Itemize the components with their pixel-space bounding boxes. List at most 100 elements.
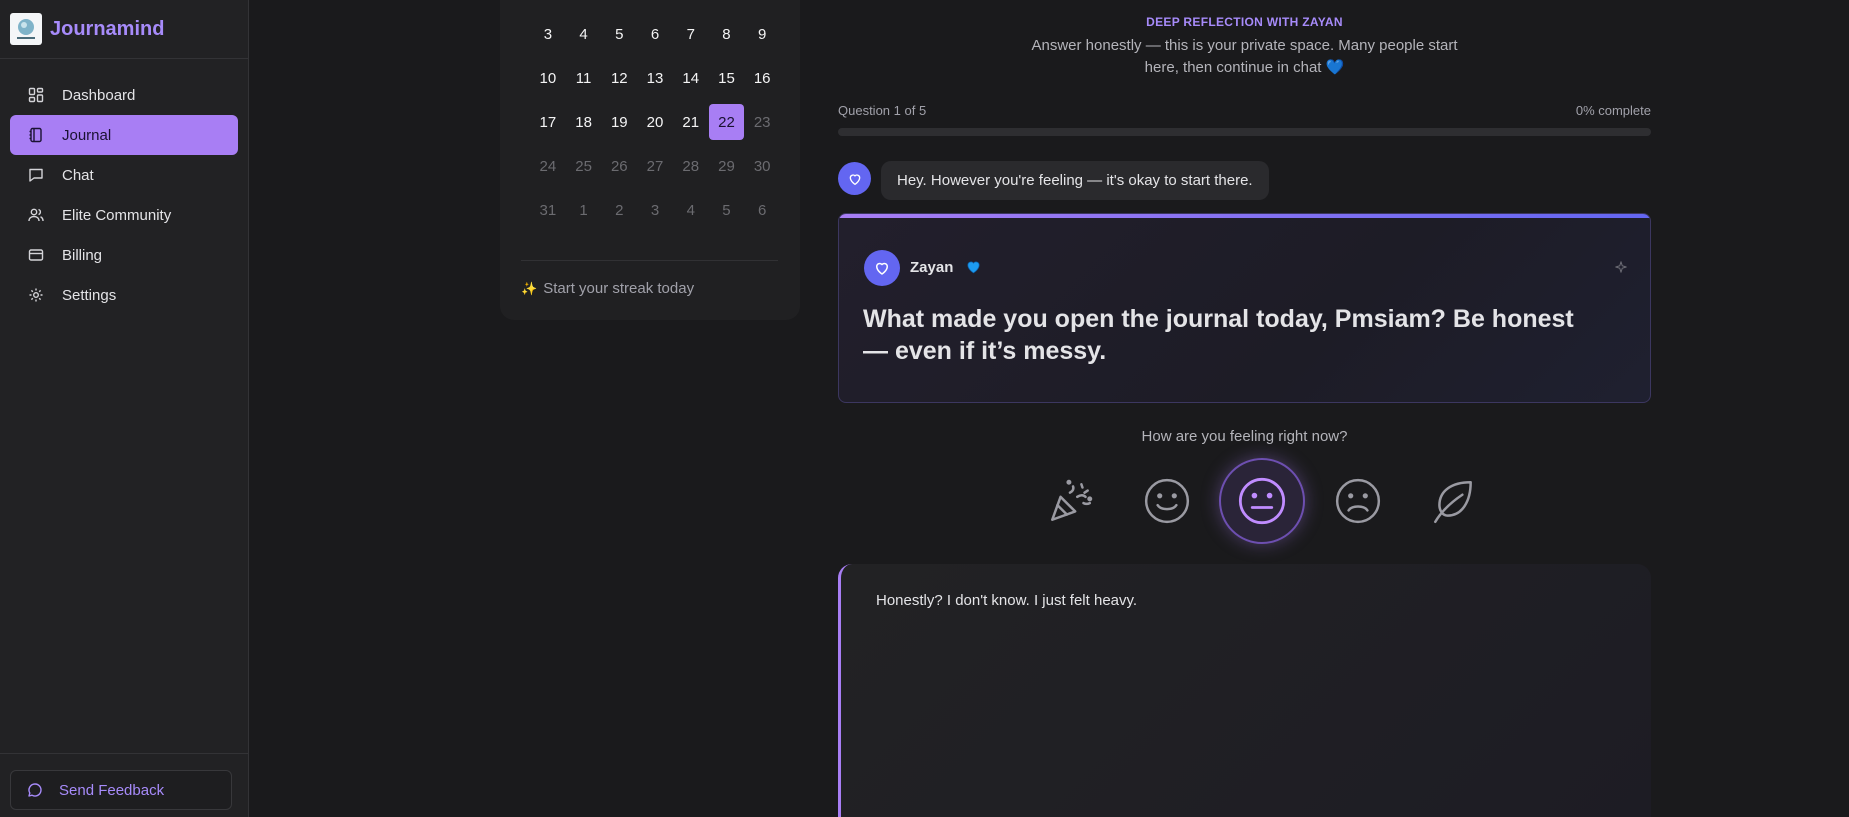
sidebar-item-label: Elite Community [62, 206, 172, 224]
app-logo [10, 13, 42, 45]
calendar-day[interactable]: 14 [673, 60, 709, 96]
calendar-day[interactable]: 16 [744, 60, 780, 96]
calendar-day[interactable]: 28 [673, 148, 709, 184]
calendar-day[interactable]: 17 [530, 104, 566, 140]
calendar-day[interactable]: 9 [744, 16, 780, 52]
calendar-day[interactable]: 1 [566, 192, 602, 228]
gear-icon [26, 285, 46, 305]
mood-option-neutral[interactable] [1219, 458, 1305, 544]
answer-textarea[interactable]: Honestly? I don't know. I just felt heav… [838, 564, 1651, 817]
calendar-day[interactable]: 21 [673, 104, 709, 140]
blue-heart-icon [965, 258, 982, 280]
sparkle-icon[interactable] [1614, 260, 1628, 279]
blue-heart-icon: 💙 [1325, 59, 1345, 76]
sidebar-item-label: Dashboard [62, 86, 136, 104]
heart-icon [876, 262, 888, 275]
calendar-day[interactable]: 27 [637, 148, 673, 184]
intro-text: Answer honestly — this is your private s… [1031, 37, 1458, 76]
calendar-day[interactable]: 7 [673, 16, 709, 52]
calendar-day[interactable]: 3 [637, 192, 673, 228]
celebrate-icon [1051, 479, 1093, 521]
calendar-week-row: 31 1 2 3 4 5 6 [530, 188, 780, 232]
calendar-day[interactable]: 30 [744, 148, 780, 184]
calendar-day[interactable]: 6 [637, 16, 673, 52]
question-counter: Question 1 of 5 [838, 103, 927, 118]
calendar-day[interactable]: 29 [709, 148, 745, 184]
progress-percent: 0% complete [1575, 103, 1651, 118]
streak-status: ✨ Start your streak today [521, 280, 694, 297]
calendar-day[interactable]: 4 [566, 16, 602, 52]
calendar-day[interactable]: 10 [530, 60, 566, 96]
mood-option-sad[interactable] [1315, 458, 1401, 544]
calendar-day[interactable]: 22 [708, 104, 745, 140]
answer-text[interactable]: Honestly? I don't know. I just felt heav… [876, 592, 1137, 609]
chat-icon [26, 165, 46, 185]
sidebar-item-elite-community[interactable]: Elite Community [10, 195, 238, 235]
calendar-day[interactable]: 19 [601, 104, 637, 140]
calendar-week-row: 17 18 19 20 21 22 23 [530, 100, 780, 144]
coach-avatar [864, 250, 900, 286]
calendar-day[interactable]: 23 [744, 104, 780, 140]
streak-text: Start your streak today [543, 280, 695, 297]
neutral-face-icon [1238, 477, 1286, 525]
leaf-icon [1434, 481, 1472, 524]
message-circle-icon [27, 782, 43, 798]
mood-option-happy[interactable] [1124, 458, 1210, 544]
brand[interactable]: Journamind [0, 0, 248, 59]
card-accent-bar [839, 214, 1650, 218]
calendar-day[interactable]: 25 [566, 148, 602, 184]
mood-option-calm[interactable] [1411, 458, 1497, 544]
send-feedback-button[interactable]: Send Feedback [10, 770, 232, 810]
sidebar-item-label: Settings [62, 286, 117, 304]
calendar-day[interactable]: 3 [530, 16, 566, 52]
calendar-day[interactable]: 31 [530, 192, 566, 228]
sidebar-item-chat[interactable]: Chat [10, 155, 238, 195]
calendar-week-row: 3456789 [530, 12, 780, 56]
calendar-day[interactable]: 26 [601, 148, 637, 184]
sidebar-item-label: Chat [62, 166, 94, 184]
calendar-day[interactable]: 6 [744, 192, 780, 228]
divider [521, 260, 778, 261]
sidebar-item-label: Journal [62, 126, 112, 144]
happy-face-icon [1144, 478, 1190, 524]
calendar-day[interactable]: 4 [673, 192, 709, 228]
sidebar-item-settings[interactable]: Settings [10, 275, 238, 315]
users-icon [26, 205, 46, 225]
calendar-day[interactable]: 8 [709, 16, 745, 52]
calendar-day[interactable]: 11 [566, 60, 602, 96]
sidebar-item-dashboard[interactable]: Dashboard [10, 75, 238, 115]
question-text: What made you open the journal today, Pm… [863, 305, 1574, 365]
calendar-day[interactable]: 18 [566, 104, 602, 140]
credit-card-icon [26, 245, 46, 265]
bot-message: Hey. However you're feeling — it's okay … [881, 161, 1269, 200]
send-feedback-label: Send Feedback [59, 781, 165, 799]
divider [0, 753, 249, 754]
heart-icon [849, 173, 860, 185]
sidebar-item-label: Billing [62, 246, 103, 264]
calendar-day[interactable]: 5 [601, 16, 637, 52]
reflection-intro: Answer honestly — this is your private s… [1018, 35, 1471, 79]
question-card: Zayan What made you open the journal tod… [838, 213, 1651, 403]
calendar-day[interactable]: 15 [709, 60, 745, 96]
sad-face-icon [1335, 478, 1381, 524]
calendar-day[interactable]: 24 [530, 148, 566, 184]
coach-name: Zayan [910, 259, 954, 276]
sidebar-item-journal[interactable]: Journal [10, 115, 238, 155]
progress-bar [838, 128, 1651, 136]
sparkles-icon: ✨ [521, 280, 538, 296]
calendar-week-row: 10 11 12 13 14 15 16 [530, 56, 780, 100]
calendar-day[interactable]: 20 [637, 104, 673, 140]
calendar-day[interactable]: 5 [709, 192, 745, 228]
mood-option-celebrate[interactable] [1028, 458, 1114, 544]
calendar-day[interactable]: 12 [601, 60, 637, 96]
sidebar-item-billing[interactable]: Billing [10, 235, 238, 275]
calendar-grid: 3 4 5 6 7 8 9 10 11 12 13 14 15 16 17 18 19 20 21 22 23 24 25 2… [530, 12, 800, 232]
app-name: Journamind [50, 17, 165, 40]
bot-avatar [838, 162, 871, 195]
calendar-week-row: 24 25 26 27 28 29 30 [530, 144, 780, 188]
mood-selector [1028, 458, 1472, 544]
calendar-day[interactable]: 2 [601, 192, 637, 228]
calendar-day[interactable]: 13 [637, 60, 673, 96]
sidebar-nav: Dashboard Journal Chat Elite Community B… [0, 59, 248, 315]
dashboard-icon [26, 85, 46, 105]
